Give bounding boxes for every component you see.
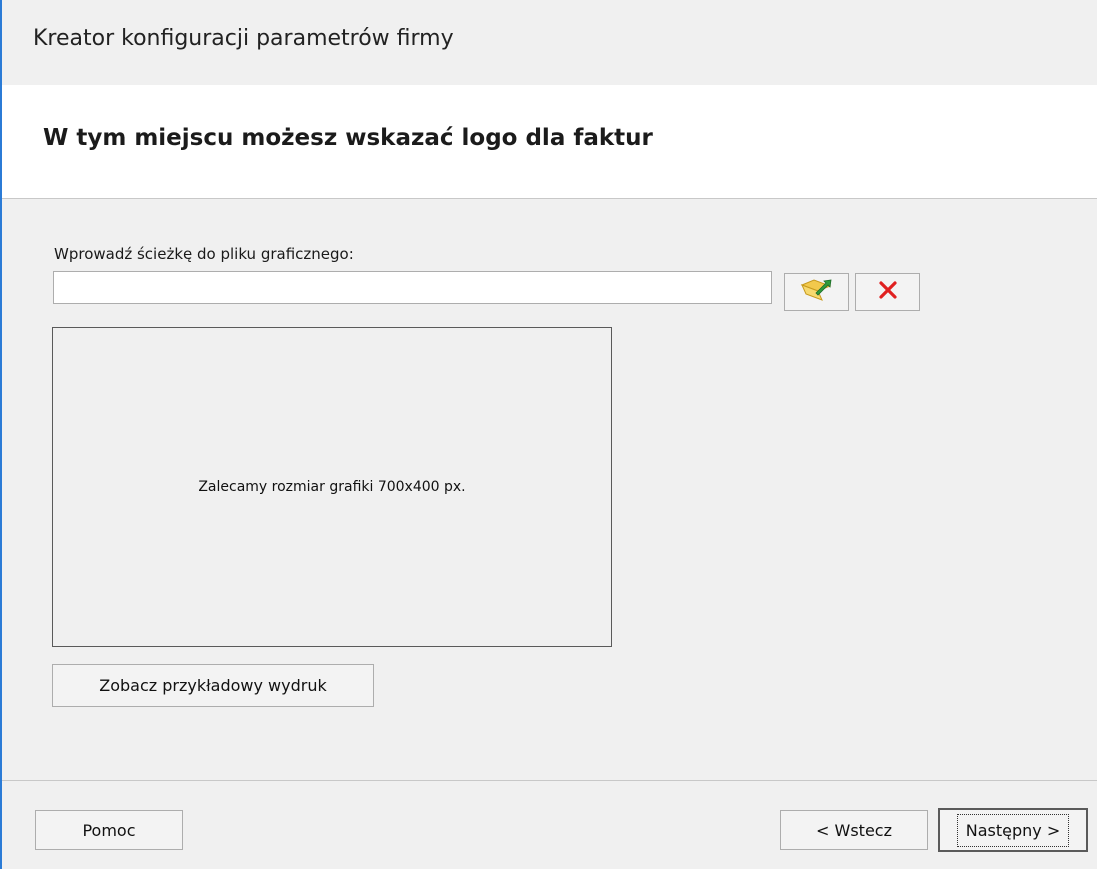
browse-file-button[interactable] [784,273,849,311]
logo-preview-area: Zalecamy rozmiar grafiki 700x400 px. [52,327,612,647]
next-button[interactable]: Następny > [938,808,1088,852]
image-path-input[interactable] [53,271,772,304]
page-heading: W tym miejscu możesz wskazać logo dla fa… [43,125,653,151]
clear-path-button[interactable] [855,273,920,311]
wizard-header: W tym miejscu możesz wskazać logo dla fa… [2,85,1097,199]
sample-print-button[interactable]: Zobacz przykładowy wydruk [52,664,374,707]
size-hint: Zalecamy rozmiar grafiki 700x400 px. [198,479,466,495]
window-title: Kreator konfiguracji parametrów firmy [33,26,454,51]
back-button[interactable]: < Wstecz [780,810,928,850]
path-label: Wprowadź ścieżkę do pliku graficznego: [54,245,354,263]
title-bar: Kreator konfiguracji parametrów firmy [2,0,1097,85]
wizard-window: Kreator konfiguracji parametrów firmy W … [0,0,1097,869]
next-button-label: Następny > [956,813,1070,847]
folder-open-icon [800,277,834,307]
help-button[interactable]: Pomoc [35,810,183,850]
close-icon [877,279,899,305]
wizard-content: Wprowadź ścieżkę do pliku graficznego: Z… [2,200,1097,780]
wizard-footer: Pomoc < Wstecz Następny > [2,780,1097,869]
